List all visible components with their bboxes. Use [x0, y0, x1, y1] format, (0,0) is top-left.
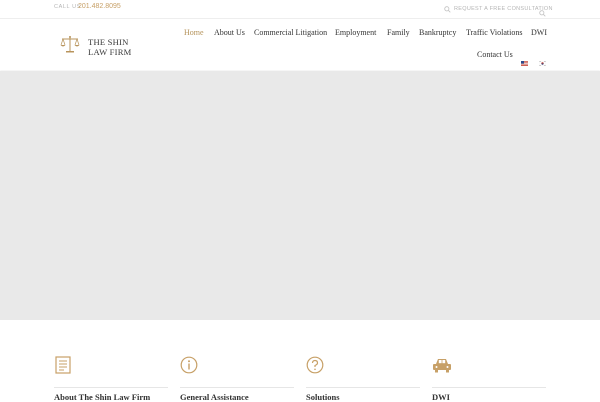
feature-card[interactable]: Solutions [306, 356, 420, 400]
car-icon [432, 356, 452, 379]
call-us-label: CALL US [54, 4, 81, 10]
feature-card[interactable]: About The Shin Law Firm [54, 356, 168, 400]
nav-item-contact-us[interactable]: Contact Us [477, 50, 513, 59]
main-nav: Home About Us Commercial Litigation Empl… [0, 28, 600, 40]
feature-card[interactable]: General Assistance [180, 356, 294, 400]
korea-flag-icon[interactable] [539, 53, 546, 58]
nav-item-commercial-litigation[interactable]: Commercial Litigation [254, 28, 327, 37]
nav-item-dwi[interactable]: DWI [531, 28, 547, 37]
nav-item-bankruptcy[interactable]: Bankruptcy [419, 28, 456, 37]
top-bar: CALL US 201.482.8095 REQUEST A FREE CONS… [0, 0, 600, 19]
nav-item-employment[interactable]: Employment [335, 28, 376, 37]
logo-line-2: LAW FIRM [88, 47, 132, 57]
consultation-label: REQUEST A FREE CONSULTATION [454, 6, 553, 12]
nav-item-family[interactable]: Family [387, 28, 410, 37]
search-icon [444, 0, 451, 18]
nav-item-home[interactable]: Home [184, 28, 204, 37]
question-icon [306, 356, 324, 379]
feature-title: About The Shin Law Firm [54, 392, 150, 402]
feature-divider [180, 387, 294, 388]
nav-item-about-us[interactable]: About Us [214, 28, 245, 37]
site-header: THE SHIN LAW FIRM Home About Us Commerci… [0, 19, 600, 70]
feature-divider [54, 387, 168, 388]
feature-title: Solutions [306, 392, 340, 402]
info-icon [180, 356, 198, 379]
hero-banner [0, 71, 600, 320]
feature-title: General Assistance [180, 392, 249, 402]
nav-item-traffic-violations[interactable]: Traffic Violations [466, 28, 522, 37]
features-section: About The Shin Law Firm General Assistan… [0, 320, 600, 400]
consultation-link[interactable]: REQUEST A FREE CONSULTATION [444, 3, 553, 15]
phone-number[interactable]: 201.482.8095 [78, 3, 121, 10]
feature-divider [432, 387, 546, 388]
feature-title: DWI [432, 392, 450, 402]
feature-divider [306, 387, 420, 388]
feature-card[interactable]: DWI [432, 356, 546, 400]
document-icon [54, 356, 72, 379]
us-flag-icon[interactable] [521, 53, 528, 58]
